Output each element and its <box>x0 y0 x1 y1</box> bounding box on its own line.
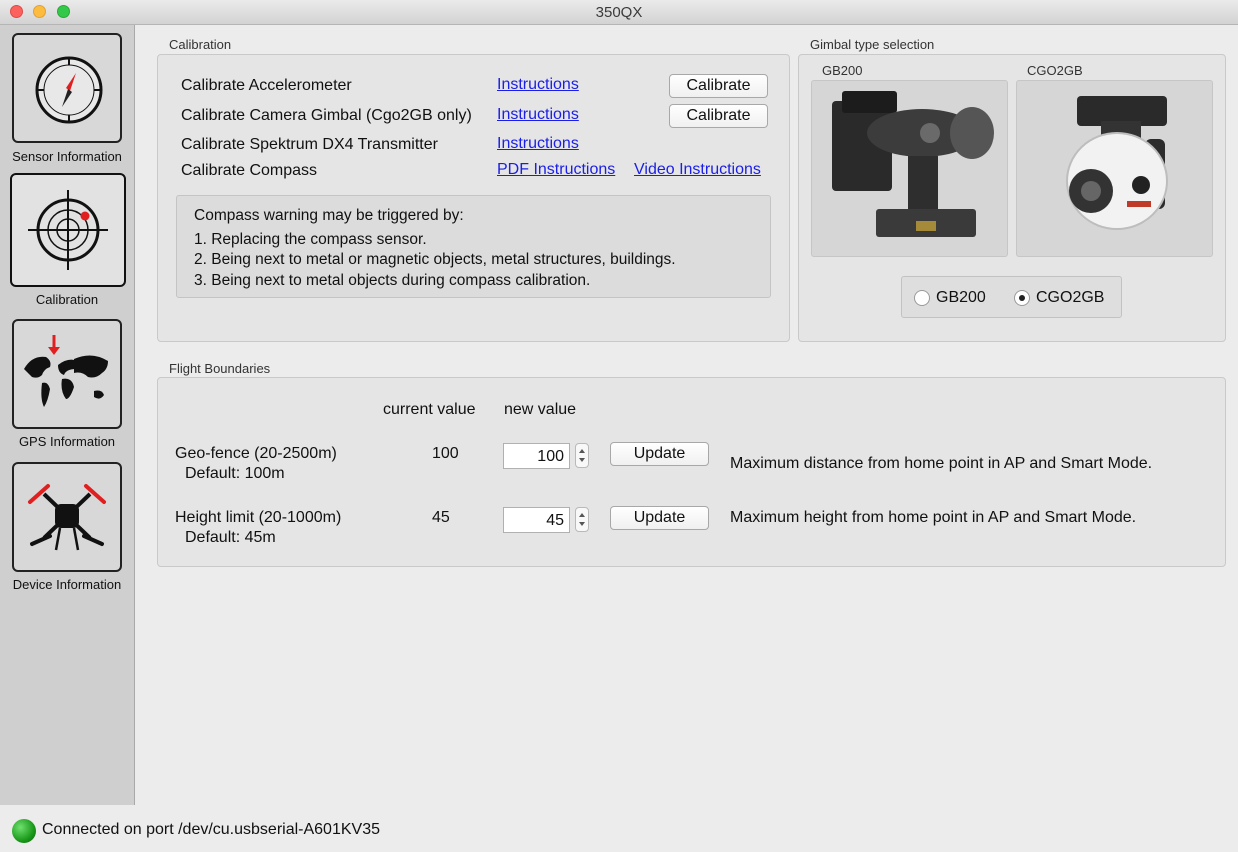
geofence-current-value: 100 <box>432 445 459 462</box>
gimbal-radio-group: GB200 CGO2GB <box>901 276 1122 318</box>
target-icon <box>10 173 126 287</box>
gimbal-group-title: Gimbal type selection <box>810 37 935 52</box>
stepper-down-icon[interactable] <box>579 522 585 526</box>
calibrate-accelerometer-label: Calibrate Accelerometer <box>181 77 352 94</box>
cgo2gb-radio-label: CGO2GB <box>1036 289 1105 306</box>
drone-icon <box>12 462 122 572</box>
cgo2gb-caption: CGO2GB <box>1027 63 1083 78</box>
height-limit-stepper[interactable] <box>575 507 589 532</box>
geofence-label: Geo-fence (20-2500m) <box>175 445 337 462</box>
flight-boundaries-title: Flight Boundaries <box>169 361 271 376</box>
calibrate-transmitter-label: Calibrate Spektrum DX4 Transmitter <box>181 136 438 153</box>
gb200-caption: GB200 <box>822 63 863 78</box>
window-title: 350QX <box>595 4 643 21</box>
sidebar-item-label: GPS Information <box>18 434 116 449</box>
gimbal-instructions-link[interactable]: Instructions <box>497 106 579 124</box>
calibrate-gimbal-label: Calibrate Camera Gimbal (Cgo2GB only) <box>181 107 472 124</box>
world-map-icon <box>12 319 122 429</box>
geofence-default: Default: 100m <box>185 465 285 482</box>
sidebar-item-calibration[interactable]: Calibration <box>0 171 134 311</box>
accelerometer-instructions-link[interactable]: Instructions <box>497 76 579 94</box>
calibrate-accelerometer-button[interactable]: Calibrate <box>669 74 768 98</box>
compass-video-instructions-link[interactable]: Video Instructions <box>634 161 761 179</box>
stepper-up-icon[interactable] <box>579 449 585 453</box>
height-limit-current-value: 45 <box>432 509 450 526</box>
compass-warning-heading: Compass warning may be triggered by: <box>194 207 464 224</box>
calibration-group-title: Calibration <box>169 37 232 52</box>
cgo2gb-radio[interactable] <box>1014 290 1030 306</box>
compass-warning-item: 2. Being next to metal or magnetic objec… <box>194 251 676 268</box>
geofence-stepper[interactable] <box>575 443 589 468</box>
height-limit-input[interactable] <box>503 507 570 533</box>
gb200-radio[interactable] <box>914 290 930 306</box>
sidebar-item-label: Device Information <box>12 577 122 592</box>
connection-status-icon <box>12 819 36 843</box>
height-limit-update-button[interactable]: Update <box>610 506 709 530</box>
current-value-header: current value <box>383 401 476 418</box>
compass-warning-item: 3. Being next to metal objects during co… <box>194 272 591 289</box>
connection-status-text: Connected on port /dev/cu.usbserial-A601… <box>42 821 380 838</box>
calibrate-gimbal-button[interactable]: Calibrate <box>669 104 768 128</box>
calibrate-compass-label: Calibrate Compass <box>181 162 318 179</box>
sidebar-item-label: Calibration <box>35 292 99 307</box>
cgo2gb-image <box>1016 80 1213 257</box>
gb200-radio-label: GB200 <box>936 289 986 306</box>
compass-warning-item: 1. Replacing the compass sensor. <box>194 231 427 248</box>
height-limit-description: Maximum height from home point in AP and… <box>730 509 1137 526</box>
geofence-input[interactable] <box>503 443 570 469</box>
stepper-down-icon[interactable] <box>579 458 585 462</box>
geofence-description: Maximum distance from home point in AP a… <box>730 455 1153 472</box>
height-limit-label: Height limit (20-1000m) <box>175 509 342 526</box>
status-bar: Connected on port /dev/cu.usbserial-A601… <box>0 806 1238 852</box>
compass-icon <box>12 33 122 143</box>
sidebar-item-gps-information[interactable]: GPS Information <box>0 315 134 455</box>
compass-pdf-instructions-link[interactable]: PDF Instructions <box>497 161 615 179</box>
height-limit-default: Default: 45m <box>185 529 276 546</box>
sidebar-item-label: Sensor Information <box>12 149 122 164</box>
sidebar-item-device-information[interactable]: Device Information <box>0 458 134 598</box>
transmitter-instructions-link[interactable]: Instructions <box>497 135 579 153</box>
new-value-header: new value <box>504 401 577 418</box>
geofence-update-button[interactable]: Update <box>610 442 709 466</box>
sidebar-item-sensor-information[interactable]: Sensor Information <box>0 25 134 167</box>
title-bar: 350QX <box>0 0 1238 25</box>
stepper-up-icon[interactable] <box>579 513 585 517</box>
sidebar: Sensor Information Calibration GPS Infor… <box>0 25 135 805</box>
gb200-image <box>811 80 1008 257</box>
